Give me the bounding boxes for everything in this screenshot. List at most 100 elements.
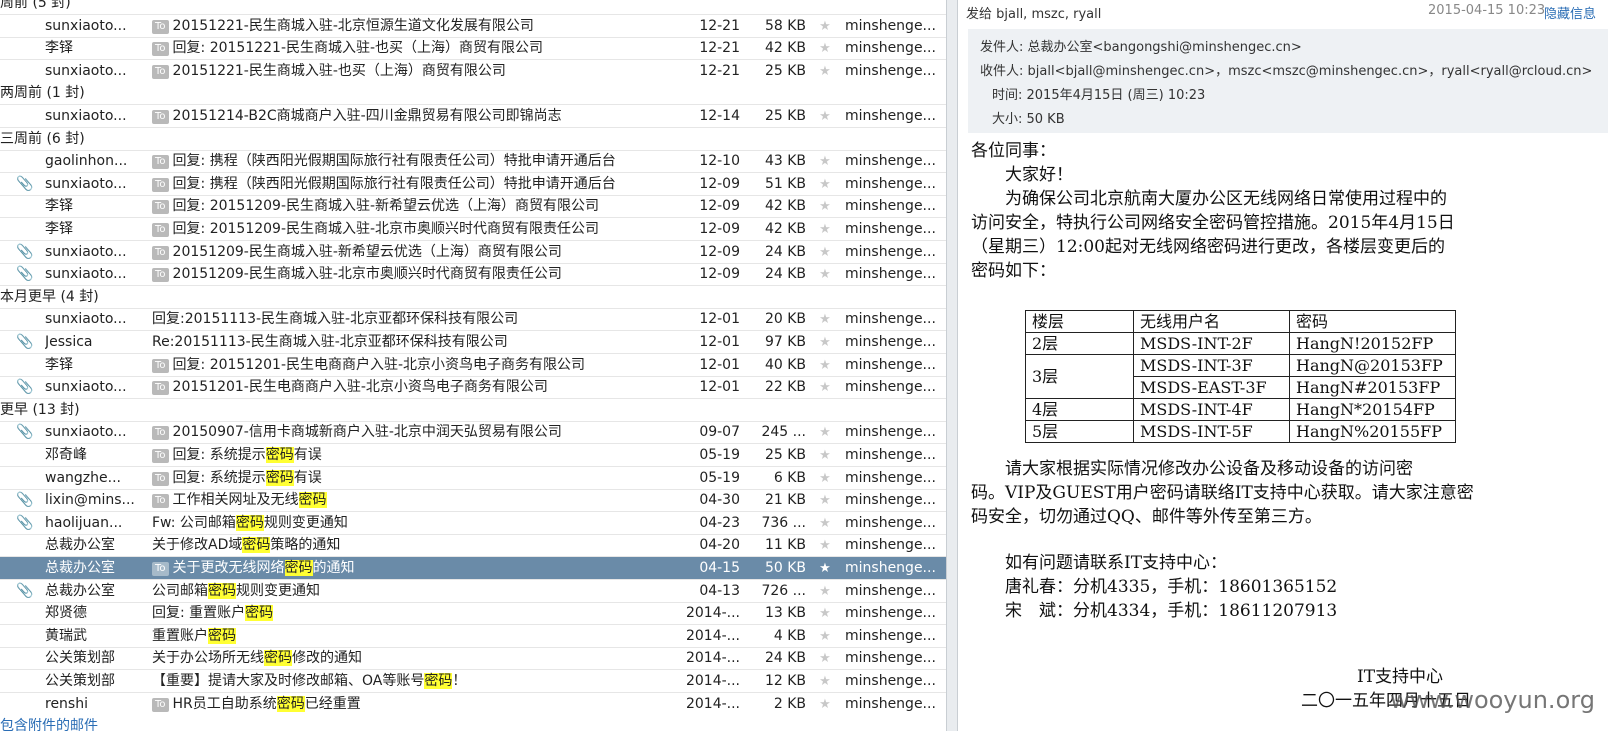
mail-row[interactable]: sunxiaoto... To 20151221-民生商城入驻-北京恒源生道文化发展… [0, 15, 946, 38]
watermark: www.wooyun.org [1390, 686, 1595, 714]
to-badge: To [152, 200, 169, 215]
mail-row[interactable]: 郑贤德 回复: 重置账户密码 2014-... 13 KB ★ minshenge... [0, 602, 946, 626]
mail-subject: 回复:20151113-民生商城入驻-北京亚都环保科技有限公司 [152, 308, 682, 331]
star-icon[interactable]: ★ [815, 354, 835, 377]
mail-subject: Fw: 公司邮箱密码规则变更通知 [152, 512, 682, 535]
mail-sender: sunxiaoto... [45, 175, 127, 192]
mail-row[interactable]: sunxiaoto... To 20151221-民生商城入驻-也买（上海）商贸有限… [0, 60, 946, 83]
mail-row[interactable]: 公关策划部 关于办公场所无线密码修改的通知 2014-... 24 KB ★ minshe… [0, 647, 946, 671]
star-icon[interactable]: ★ [815, 60, 835, 83]
mail-date: 2014-... [685, 605, 740, 622]
star-icon[interactable]: ★ [815, 693, 835, 716]
attachment-icon [16, 444, 34, 467]
star-icon[interactable]: ★ [815, 241, 835, 264]
time-line: 时间: 2015年4月15日 (周三) 10:23 [992, 88, 1206, 103]
table-header: 楼层 [1025, 310, 1134, 333]
mail-sender: Jessica [45, 334, 93, 350]
mail-row[interactable]: 📎 sunxiaoto... To 回复: 携程（陕西阳光假期国际旅行社有限责任公司）… [0, 173, 946, 196]
star-icon[interactable]: ★ [815, 625, 835, 648]
star-icon[interactable]: ★ [815, 173, 835, 196]
star-icon[interactable]: ★ [815, 444, 835, 467]
mail-row[interactable]: 总裁办公室 关于修改AD域密码策略的通知 04-20 11 KB ★ minshenge.… [0, 534, 946, 558]
pane-splitter[interactable] [946, 0, 958, 731]
contact-2: 宋 斌：分机4334，手机：18611207913 [971, 601, 1338, 621]
star-icon[interactable]: ★ [815, 105, 835, 128]
search-highlight: 密码 [284, 560, 313, 576]
attachment-icon: 📎 [16, 492, 34, 509]
mail-date: 2014-... [685, 673, 740, 689]
mail-date: 04-13 [699, 582, 740, 599]
mail-row[interactable]: 公关策划部 【重要】提请大家及时修改邮箱、OA等账号密码！ 2014-... 12 K… [0, 670, 946, 693]
mail-row[interactable]: gaolinhon... To 回复: 携程（陕西阳光假期国际旅行社有限责任公司）特… [0, 150, 946, 174]
star-icon[interactable]: ★ [815, 512, 835, 535]
group-header[interactable]: 三周前 (6 封) [0, 127, 946, 151]
mail-sender: 邓奇峰 [45, 447, 87, 463]
group-header[interactable]: 周前 (5 封) [0, 0, 946, 15]
mail-row[interactable]: 📎 sunxiaoto... To 20151209-民生商城入驻-北京市奥顺兴时代商… [0, 263, 946, 287]
search-highlight: 密码 [242, 537, 271, 554]
password-table: 楼层 无线用户名 密码 2层 MSDS-INT-2F HangN!20152FP… [1025, 310, 1456, 443]
group-header[interactable]: 两周前 (1 封) [0, 82, 946, 106]
mail-row[interactable]: 📎 lixin@mins... To 工作相关网址及无线密码 04-30 21 KB ★ mi… [0, 489, 946, 513]
to-badge: To [152, 562, 169, 576]
star-icon[interactable]: ★ [815, 37, 835, 60]
reading-pane: 发给 bjall, mszc, ryall 2015-04-15 10:23 隐… [958, 0, 1619, 731]
star-icon[interactable]: ★ [815, 670, 835, 693]
hide-info-link[interactable]: 隐藏信息 [1544, 3, 1596, 22]
mail-row[interactable]: sunxiaoto... 回复:20151113-民生商城入驻-北京亚都环保科技有… [0, 308, 946, 332]
mail-account: minshenge... [845, 198, 936, 215]
mail-row[interactable]: 李铎 To 回复: 20151201-民生电商商户入驻-北京小资鸟电子商务有限公司 1… [0, 354, 946, 377]
star-icon[interactable]: ★ [815, 263, 835, 286]
mail-row[interactable]: 📎 haolijuan... Fw: 公司邮箱密码规则变更通知 04-23 736 ..… [0, 512, 946, 535]
star-icon[interactable]: ★ [815, 557, 835, 580]
mail-account: minshenge... [845, 62, 936, 79]
mail-row[interactable]: 📎 sunxiaoto... To 20150907-信用卡商城新商户入驻-北京中润天… [0, 421, 946, 445]
mail-row[interactable]: 李铎 To 回复: 20151221-民生商城入驻-也买（上海）商贸有限公司 12-2… [0, 37, 946, 61]
mail-account: minshenge... [845, 560, 936, 576]
star-icon[interactable]: ★ [815, 195, 835, 218]
star-icon[interactable]: ★ [815, 580, 835, 603]
mail-row[interactable]: 📎 sunxiaoto... To 20151201-民生电商商户入驻-北京小资鸟电子… [0, 376, 946, 400]
star-icon[interactable]: ★ [815, 308, 835, 331]
mail-row[interactable]: sunxiaoto... To 20151214-B2C商城商户入驻-四川金鼎贸易有… [0, 105, 946, 128]
star-icon[interactable]: ★ [815, 421, 835, 444]
mail-row[interactable]: 总裁办公室 To 关于更改无线网络密码的通知 04-15 50 KB ★ minshenge… [0, 557, 946, 580]
star-icon[interactable]: ★ [815, 331, 835, 354]
mail-date: 2014-... [685, 650, 740, 667]
star-icon[interactable]: ★ [815, 602, 835, 625]
mail-account: minshenge... [845, 424, 936, 441]
mail-row[interactable]: renshi To HR员工自助系统密码已经重置 2014-... 2 KB ★ minsh… [0, 693, 946, 716]
group-header[interactable]: 本月更早 (4 封) [0, 285, 946, 309]
mail-row[interactable]: 📎 Jessica Re:20151113-民生商城入驻-北京亚都环保科技有限公司 1… [0, 331, 946, 354]
mail-size: 24 KB [764, 266, 806, 283]
mail-row[interactable]: 李铎 To 回复: 20151209-民生商城入驻-新希望云优选（上海）商贸有限公司… [0, 195, 946, 219]
mail-subject: To 回复: 携程（陕西阳光假期国际旅行社有限责任公司）特批申请开通后台 [152, 150, 682, 173]
paragraph-1: 访问安全，特执行公司网络安全密码管控措施。2015年4月15日 [971, 213, 1455, 233]
mail-row[interactable]: 黄瑞武 重置账户密码 2014-... 4 KB ★ minshenge... [0, 625, 946, 648]
attachment-icon [16, 105, 34, 128]
star-icon[interactable]: ★ [815, 376, 835, 399]
footer-filter-link[interactable]: 包含附件的邮件 [0, 715, 946, 731]
subject-text: 工作相关网址及无线 [172, 492, 299, 509]
star-icon[interactable]: ★ [815, 15, 835, 38]
star-icon[interactable]: ★ [815, 150, 835, 173]
mail-row[interactable]: wangzhe... To 回复: 系统提示密码有误 05-19 6 KB ★ minshe… [0, 467, 946, 490]
group-header[interactable]: 更早 (13 封) [0, 398, 946, 422]
star-icon[interactable]: ★ [815, 489, 835, 512]
subject-text: 回复: 20151221-民生商城入驻-也买（上海）商贸有限公司 [172, 40, 544, 57]
star-icon[interactable]: ★ [815, 467, 835, 490]
mail-row[interactable]: 李铎 To 回复: 20151209-民生商城入驻-北京市奥顺兴时代商贸有限责任公司… [0, 218, 946, 241]
star-icon[interactable]: ★ [815, 218, 835, 241]
mail-row[interactable]: 邓奇峰 To 回复: 系统提示密码有误 05-19 25 KB ★ minshenge... [0, 444, 946, 467]
star-icon[interactable]: ★ [815, 534, 835, 557]
star-icon[interactable]: ★ [815, 647, 835, 670]
mail-row[interactable]: 📎 总裁办公室 公司邮箱密码规则变更通知 04-13 726 ... ★ minshenge… [0, 580, 946, 603]
attachment-icon: 📎 [16, 243, 34, 260]
ssid-cell: MSDS-EAST-3F [1133, 376, 1290, 399]
mail-account: minshenge... [845, 469, 936, 486]
ssid-cell: MSDS-INT-3F [1133, 354, 1290, 377]
mail-row[interactable]: 📎 sunxiaoto... To 20151209-民生商城入驻-新希望云优选（上海… [0, 241, 946, 264]
mail-account: minshenge... [845, 650, 936, 667]
mail-account: minshenge... [845, 266, 936, 283]
mail-list[interactable]: 周前 (5 封) sunxiaoto... To 20151221-民生商城入驻-北京… [0, 0, 946, 731]
